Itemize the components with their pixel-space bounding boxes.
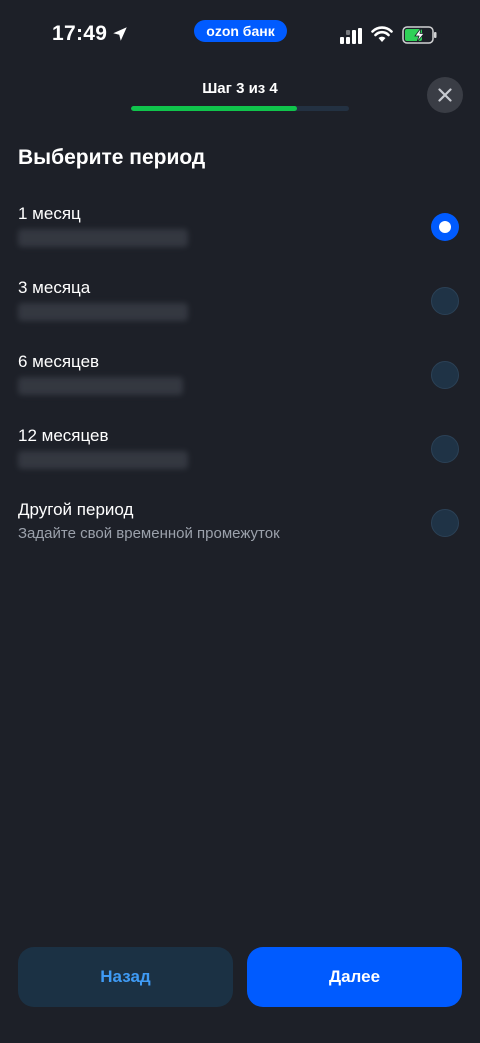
close-icon: [438, 88, 452, 102]
next-button[interactable]: Далее: [247, 947, 462, 1007]
step-progress-fill: [131, 106, 297, 111]
radio-button[interactable]: [431, 287, 459, 315]
option-label: 1 месяц: [18, 204, 81, 223]
period-option-1-month[interactable]: 1 месяц: [0, 195, 480, 269]
battery-charging-icon: [402, 26, 437, 44]
radio-button[interactable]: [431, 509, 459, 537]
blurred-date-range: [18, 451, 188, 469]
radio-button[interactable]: [431, 435, 459, 463]
period-option-6-months[interactable]: 6 месяцев: [0, 343, 480, 417]
cellular-signal-icon: [340, 28, 362, 44]
location-arrow-icon: [113, 27, 127, 41]
status-bar: 17:49 ozon банк: [0, 0, 480, 70]
period-option-custom[interactable]: Другой период Задайте свой временной про…: [0, 491, 480, 565]
back-button[interactable]: Назад: [18, 947, 233, 1007]
period-option-3-months[interactable]: 3 месяца: [0, 269, 480, 343]
radio-button-selected[interactable]: [431, 213, 459, 241]
blurred-date-range: [18, 303, 188, 321]
blurred-date-range: [18, 229, 188, 247]
app-pill[interactable]: ozon банк: [194, 20, 287, 42]
period-option-list: 1 месяц 3 месяца 6 месяцев 12 месяцев Др…: [0, 195, 480, 565]
step-progress-bar: [131, 106, 349, 111]
option-label: 6 месяцев: [18, 352, 100, 371]
option-subtitle: Задайте свой временной промежуток: [18, 525, 280, 542]
radio-button[interactable]: [431, 361, 459, 389]
page-title: Выберите период: [18, 146, 206, 169]
step-label: Шаг 3 из 4: [202, 80, 278, 97]
blurred-date-range: [18, 377, 183, 395]
option-label: Другой период: [18, 500, 134, 519]
option-label: 3 месяца: [18, 278, 91, 297]
option-label: 12 месяцев: [18, 426, 109, 445]
period-option-12-months[interactable]: 12 месяцев: [0, 417, 480, 491]
status-time: 17:49: [52, 22, 108, 45]
close-button[interactable]: [427, 77, 463, 113]
screen: 17:49 ozon банк Шаг 3 из 4 Выберите пери…: [0, 0, 480, 1043]
wifi-icon: [371, 26, 393, 42]
